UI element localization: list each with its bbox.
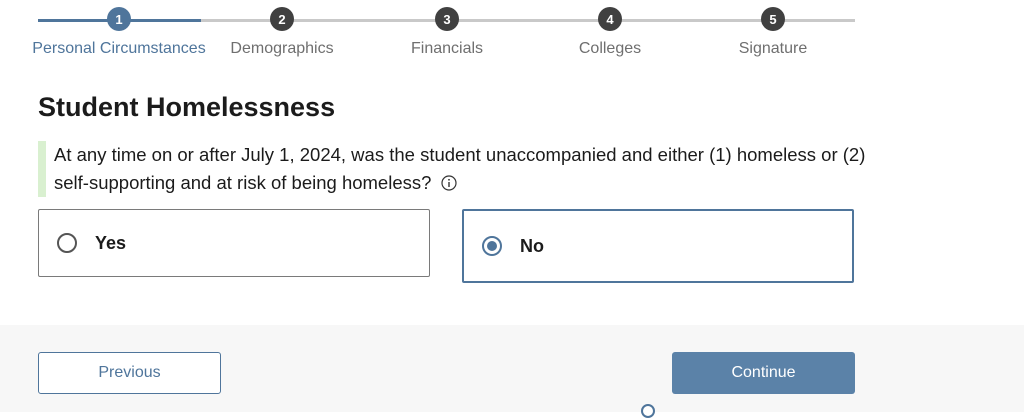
stepper-track-remaining	[201, 19, 855, 22]
step-4-label: Colleges	[578, 40, 642, 57]
step-2-marker: 2	[270, 7, 294, 31]
option-no-label: No	[520, 235, 544, 256]
previous-button[interactable]: Previous	[38, 352, 221, 394]
radio-no[interactable]	[482, 236, 502, 256]
question-block: At any time on or after July 1, 2024, wa…	[38, 141, 874, 197]
option-yes-label: Yes	[95, 232, 127, 253]
step-3-marker: 3	[435, 7, 459, 31]
radio-yes[interactable]	[57, 233, 77, 253]
info-circle-icon[interactable]	[440, 171, 457, 191]
option-no[interactable]: No	[462, 209, 854, 283]
step-1-marker: 1	[107, 7, 131, 31]
question-text: At any time on or after July 1, 2024, wa…	[54, 144, 866, 193]
progress-stepper: 1 2 3 4 5 Personal Circumstances Demogra…	[0, 0, 1024, 70]
step-3-label: Financials	[410, 40, 484, 57]
continue-button[interactable]: Continue	[672, 352, 855, 394]
scroll-indicator[interactable]	[641, 404, 655, 418]
step-4-marker: 4	[598, 7, 622, 31]
page-title: Student Homelessness	[38, 92, 336, 122]
option-yes[interactable]: Yes	[38, 209, 430, 277]
step-2-label: Demographics	[230, 40, 334, 57]
step-5-label: Signature	[738, 40, 808, 57]
step-1-label: Personal Circumstances	[32, 40, 206, 57]
step-5-marker: 5	[761, 7, 785, 31]
